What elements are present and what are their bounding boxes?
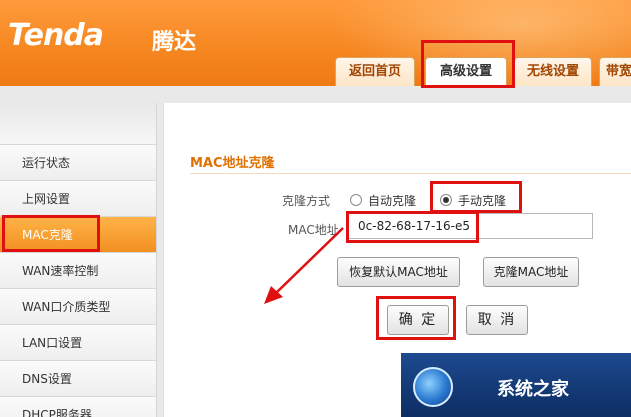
option-auto-clone-label[interactable]: 自动克隆 bbox=[368, 192, 416, 209]
sidebar-item-status[interactable]: 运行状态 bbox=[0, 145, 156, 181]
cancel-button[interactable]: 取 消 bbox=[466, 305, 528, 335]
watermark-logo-icon bbox=[413, 367, 453, 407]
sidebar-item-dns-settings[interactable]: DNS设置 bbox=[0, 361, 156, 397]
mac-address-input[interactable]: 0c-82-68-17-16-e5 bbox=[348, 213, 593, 239]
radio-auto-clone[interactable] bbox=[350, 194, 362, 206]
mac-address-label: MAC地址 bbox=[288, 223, 339, 237]
option-manual-clone-label[interactable]: 手动克隆 bbox=[458, 192, 506, 209]
brand-logo: Tenda bbox=[8, 18, 104, 53]
watermark-badge: 系统之家 bbox=[401, 353, 631, 417]
watermark-text: 系统之家 bbox=[497, 379, 569, 400]
sidebar-item-internet-settings[interactable]: 上网设置 bbox=[0, 181, 156, 217]
tab-advanced-settings[interactable]: 高级设置 bbox=[425, 57, 507, 86]
tab-wireless-settings[interactable]: 无线设置 bbox=[514, 57, 592, 86]
sidebar-top bbox=[0, 103, 156, 145]
sidebar-item-mac-clone[interactable]: MAC克隆 bbox=[0, 217, 156, 253]
restore-default-mac-button[interactable]: 恢复默认MAC地址 bbox=[337, 257, 460, 287]
clone-mac-button[interactable]: 克隆MAC地址 bbox=[483, 257, 579, 287]
clone-mode-label: 克隆方式 bbox=[282, 194, 331, 208]
sidebar-item-wan-media-type[interactable]: WAN口介质类型 bbox=[0, 289, 156, 325]
brand-name-cn: 腾达 bbox=[152, 30, 197, 55]
sidebar-item-lan-settings[interactable]: LAN口设置 bbox=[0, 325, 156, 361]
radio-manual-clone[interactable] bbox=[440, 194, 452, 206]
section-divider bbox=[190, 173, 631, 174]
tab-home[interactable]: 返回首页 bbox=[335, 57, 415, 86]
sidebar-item-dhcp-server[interactable]: DHCP服务器 bbox=[0, 397, 156, 417]
confirm-button[interactable]: 确 定 bbox=[387, 305, 449, 335]
sidebar-item-wan-speed[interactable]: WAN速率控制 bbox=[0, 253, 156, 289]
section-title: MAC地址克隆 bbox=[190, 156, 275, 171]
tab-bandwidth[interactable]: 带宽 bbox=[599, 57, 631, 86]
header-bar: Tenda 腾达 返回首页 高级设置 无线设置 带宽 bbox=[0, 0, 631, 86]
sidebar: 运行状态 上网设置 MAC克隆 WAN速率控制 WAN口介质类型 LAN口设置 … bbox=[0, 103, 157, 417]
